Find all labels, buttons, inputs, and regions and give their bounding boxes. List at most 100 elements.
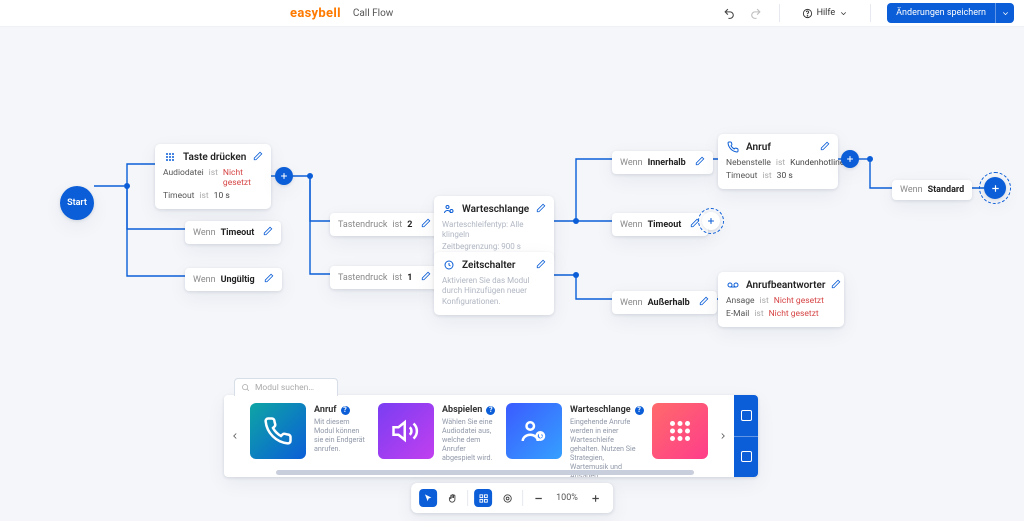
node-anruf[interactable]: Anruf NebenstelleistKundenhotline Timeou… xyxy=(718,134,838,189)
node-title: Anrufbeantworter xyxy=(746,280,825,291)
field-label: Audiodatei xyxy=(163,168,204,188)
edit-button[interactable] xyxy=(421,218,431,231)
module-prev[interactable] xyxy=(224,395,246,477)
pill-ist: ist xyxy=(392,273,402,283)
field-label: Timeout xyxy=(726,171,757,181)
zoom-level: 100% xyxy=(553,493,581,503)
module-tile-icon xyxy=(652,403,708,459)
pill-label: Timeout xyxy=(221,228,255,238)
pill-label: Ungültig xyxy=(221,275,255,285)
pill-wenn-timeout-2[interactable]: Wenn Timeout xyxy=(612,213,708,236)
field-value: 30 s xyxy=(777,171,793,181)
module-tile[interactable]: Taste drücken?Der Anrufer kann zwischen … xyxy=(652,403,712,461)
save-caret[interactable] xyxy=(995,3,1014,23)
info-badge[interactable]: ? xyxy=(635,406,644,415)
module-tile-title: Warteschlange xyxy=(570,405,631,415)
info-badge[interactable]: ? xyxy=(341,406,350,415)
layout-option-2[interactable] xyxy=(734,436,758,478)
pill-tastendruck-2[interactable]: Tastendruck ist 2 xyxy=(330,213,439,236)
module-search[interactable]: Modul suchen… xyxy=(234,378,338,396)
plus-icon xyxy=(279,171,289,181)
pill-key: Tastendruck xyxy=(338,220,387,230)
pan-tool[interactable] xyxy=(443,489,461,507)
hand-icon xyxy=(447,493,458,504)
pill-value: 1 xyxy=(407,273,412,283)
logo: easybell xyxy=(290,6,341,21)
module-list[interactable]: Anruf? Mit diesem Modul können sie ein En… xyxy=(246,395,712,477)
phone-icon xyxy=(726,140,740,154)
field-ist: ist xyxy=(199,191,208,201)
save-button[interactable]: Änderungen speichern xyxy=(887,3,1014,23)
redo-button[interactable] xyxy=(749,6,763,20)
app-header: easybell Call Flow Hilfe Änderungen spei… xyxy=(0,0,1024,27)
zoom-toolbar: 100% xyxy=(411,483,613,513)
chevron-down-icon xyxy=(839,9,848,18)
module-tile-icon xyxy=(250,403,306,459)
clock-icon xyxy=(442,258,456,272)
add-button[interactable] xyxy=(275,167,293,185)
flow-canvas[interactable]: Start Taste drücken Audiodatei ist Nicht g… xyxy=(0,26,1024,521)
edit-button[interactable] xyxy=(831,279,841,292)
junction-dot xyxy=(573,218,579,224)
node-detail: Zeitbegrenzung: 900 s xyxy=(442,242,546,252)
module-panel-mode xyxy=(734,395,758,477)
edit-button[interactable] xyxy=(421,271,431,284)
node-anrufbeantworter[interactable]: Anrufbeantworter AnsageistNicht gesetzt … xyxy=(718,272,844,327)
node-title: Anruf xyxy=(746,142,771,153)
save-label: Änderungen speichern xyxy=(887,3,995,23)
pill-wenn-ungueltig[interactable]: Wenn Ungültig xyxy=(185,268,282,291)
edit-button[interactable] xyxy=(536,259,546,272)
plus-icon xyxy=(590,493,601,504)
node-zeitschalter[interactable]: Zeitschalter Aktivieren Sie das Modul du… xyxy=(434,252,554,315)
undo-button[interactable] xyxy=(723,6,737,20)
info-badge[interactable]: ? xyxy=(486,406,495,415)
cursor-tool[interactable] xyxy=(419,489,437,507)
edit-button[interactable] xyxy=(264,273,274,286)
pill-wenn-ausserhalb[interactable]: Wenn Außerhalb xyxy=(612,291,717,314)
module-tile-title: Anruf xyxy=(314,405,337,415)
module-tile-icon xyxy=(506,403,562,459)
node-warteschlange[interactable]: Warteschlange Warteschleifentyp: Alle kl… xyxy=(434,196,554,260)
module-next[interactable] xyxy=(712,395,734,477)
pill-wenn-timeout[interactable]: Wenn Timeout xyxy=(185,221,281,244)
edit-button[interactable] xyxy=(699,296,709,309)
junction-dot xyxy=(867,156,873,162)
add-button-final[interactable] xyxy=(984,177,1006,199)
pill-wenn-innerhalb[interactable]: Wenn Innerhalb xyxy=(612,151,713,174)
pill-value: 2 xyxy=(407,220,412,230)
edit-button[interactable] xyxy=(820,141,830,154)
edit-button[interactable] xyxy=(695,156,705,169)
layout-option-1[interactable] xyxy=(734,395,758,436)
module-tile[interactable]: Warteschlange?Eingehende Anrufe werden i… xyxy=(506,403,644,461)
module-tile[interactable]: Anruf? Mit diesem Modul können sie ein En… xyxy=(250,403,370,461)
node-detail: Warteschleifentyp: Alle klingeln xyxy=(442,220,546,241)
center-tool[interactable] xyxy=(498,489,516,507)
pencil-icon xyxy=(253,151,263,161)
pill-key: Tastendruck xyxy=(338,273,387,283)
zoom-in-button[interactable] xyxy=(587,489,605,507)
field-value: Nicht gesetzt xyxy=(769,309,819,319)
module-tile-icon xyxy=(378,403,434,459)
zoom-out-button[interactable] xyxy=(529,489,547,507)
node-hint: Aktivieren Sie das Modul durch Hinzufüge… xyxy=(442,276,546,307)
search-icon xyxy=(241,383,250,392)
add-button-dashed[interactable] xyxy=(702,212,720,230)
field-label: Ansage xyxy=(726,296,755,306)
pill-prefix: Wenn xyxy=(193,228,216,238)
add-button[interactable] xyxy=(841,150,859,168)
pill-label: Standard xyxy=(928,185,965,195)
chevron-right-icon xyxy=(718,431,728,441)
edit-button[interactable] xyxy=(263,226,273,239)
pill-tastendruck-1[interactable]: Tastendruck ist 1 xyxy=(330,266,439,289)
edit-button[interactable] xyxy=(536,203,546,216)
voicemail-icon xyxy=(726,278,740,292)
module-tile-desc: Mit diesem Modul können sie ein Endgerät… xyxy=(314,417,370,453)
help-menu[interactable]: Hilfe xyxy=(796,8,855,19)
pill-wenn-standard[interactable]: Wenn Standard xyxy=(892,180,972,200)
module-tile[interactable]: Abspielen?Wählen Sie eine Audiodatei aus… xyxy=(378,403,498,461)
edit-button[interactable] xyxy=(253,151,263,164)
node-taste-druecken[interactable]: Taste drücken AudiodateiistNicht gesetzt… xyxy=(155,144,271,209)
fit-tool[interactable] xyxy=(474,489,492,507)
start-node[interactable]: Start xyxy=(60,186,94,220)
node-title: Taste drücken xyxy=(183,152,246,163)
